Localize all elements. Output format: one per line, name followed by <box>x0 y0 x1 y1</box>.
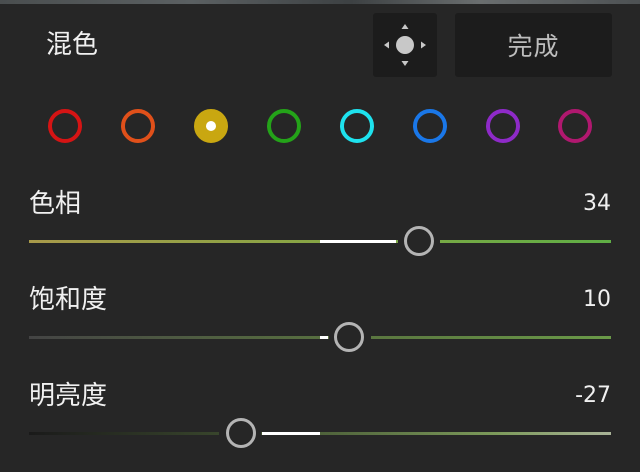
swatch-purple[interactable] <box>486 109 520 143</box>
swatch-yellow[interactable] <box>194 109 228 143</box>
luminance-label: 明亮度 <box>29 381 108 411</box>
luminance-slider-thumb[interactable] <box>226 418 256 448</box>
swatch-magenta[interactable] <box>558 109 592 143</box>
hue-fill <box>320 240 396 243</box>
hue-slider-thumb[interactable] <box>404 226 434 256</box>
hue-label: 色相 <box>29 189 82 219</box>
saturation-fill <box>320 336 328 339</box>
hue-value: 34 <box>583 191 611 216</box>
luminance-track[interactable] <box>29 429 611 438</box>
hue-track[interactable] <box>29 237 611 246</box>
swatch-blue[interactable] <box>413 109 447 143</box>
saturation-value: 10 <box>583 287 611 312</box>
saturation-slider-thumb[interactable] <box>334 322 364 352</box>
luminance-value: -27 <box>575 383 611 408</box>
swatch-red[interactable] <box>48 109 82 143</box>
saturation-label: 饱和度 <box>29 285 108 315</box>
panel-title: 混色 <box>46 30 99 60</box>
target-adjust-button[interactable] <box>373 13 437 77</box>
selected-dot-icon <box>206 121 216 131</box>
target-adjust-icon <box>384 24 426 66</box>
swatch-green[interactable] <box>267 109 301 143</box>
done-button[interactable]: 完成 <box>455 13 612 77</box>
luminance-fill <box>262 432 320 435</box>
swatch-aqua[interactable] <box>340 109 374 143</box>
swatch-orange[interactable] <box>121 109 155 143</box>
saturation-track[interactable] <box>29 333 611 342</box>
photo-preview-strip <box>0 0 640 4</box>
